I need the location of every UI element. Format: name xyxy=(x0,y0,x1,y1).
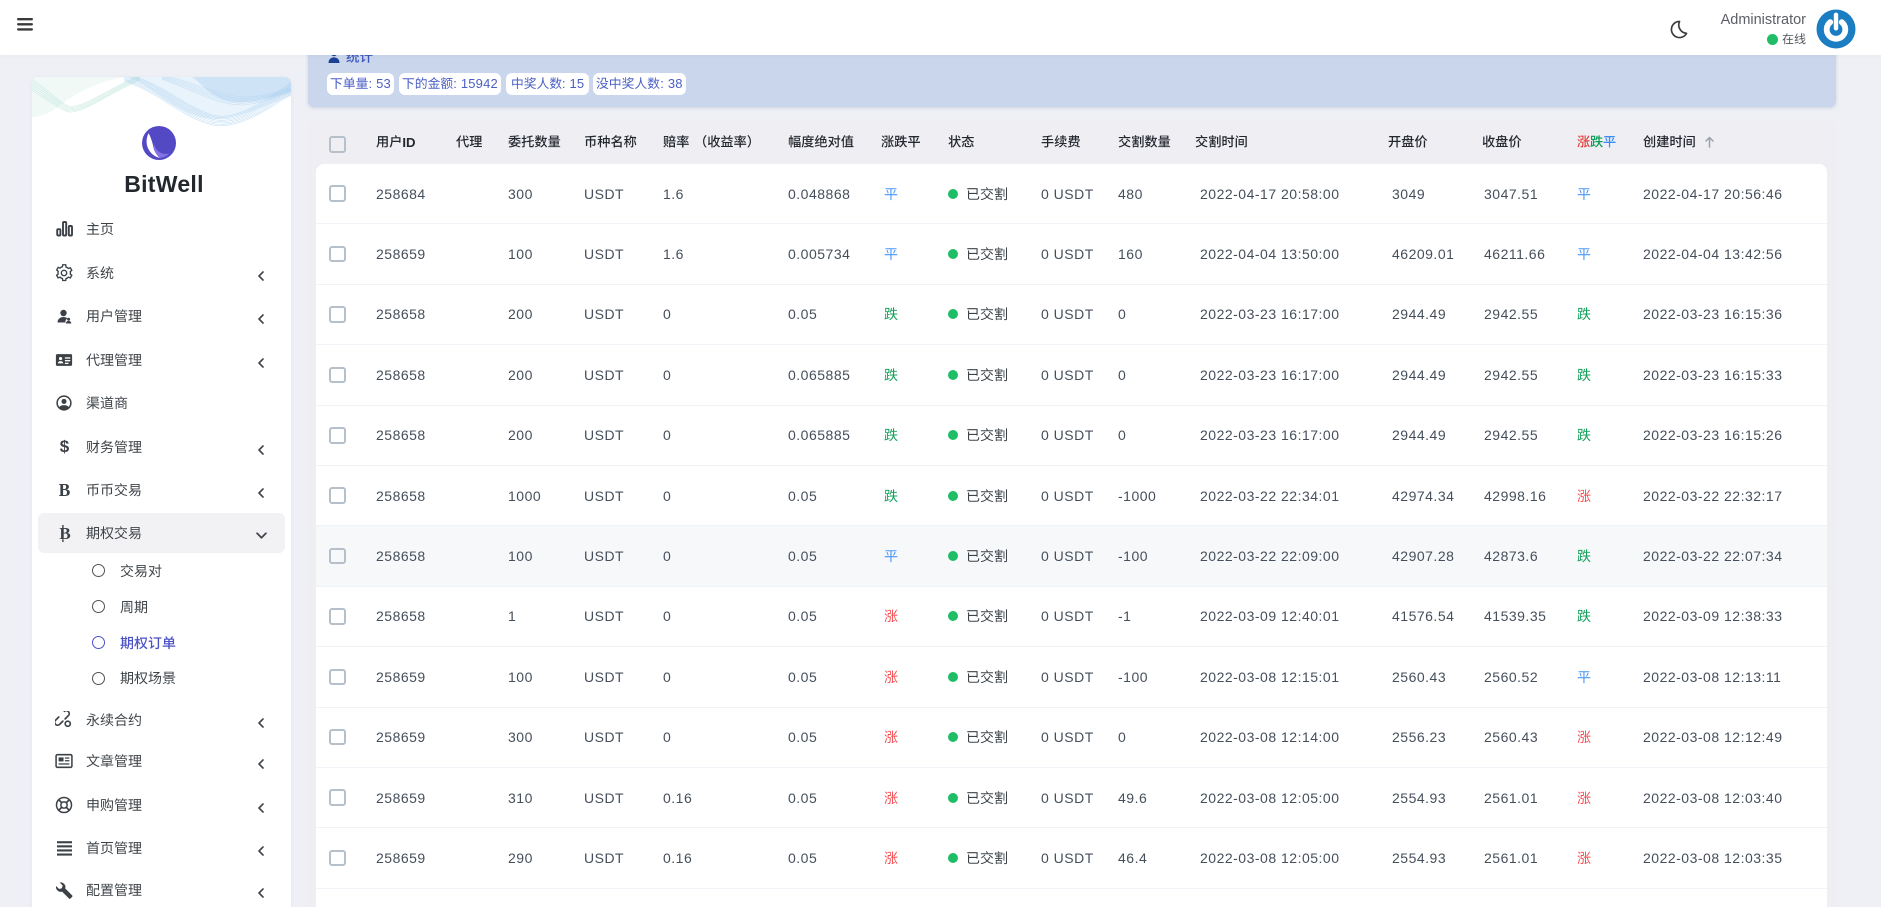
svg-text:$: $ xyxy=(59,438,69,455)
svg-text:B: B xyxy=(59,525,70,542)
svg-text:B: B xyxy=(58,482,70,499)
